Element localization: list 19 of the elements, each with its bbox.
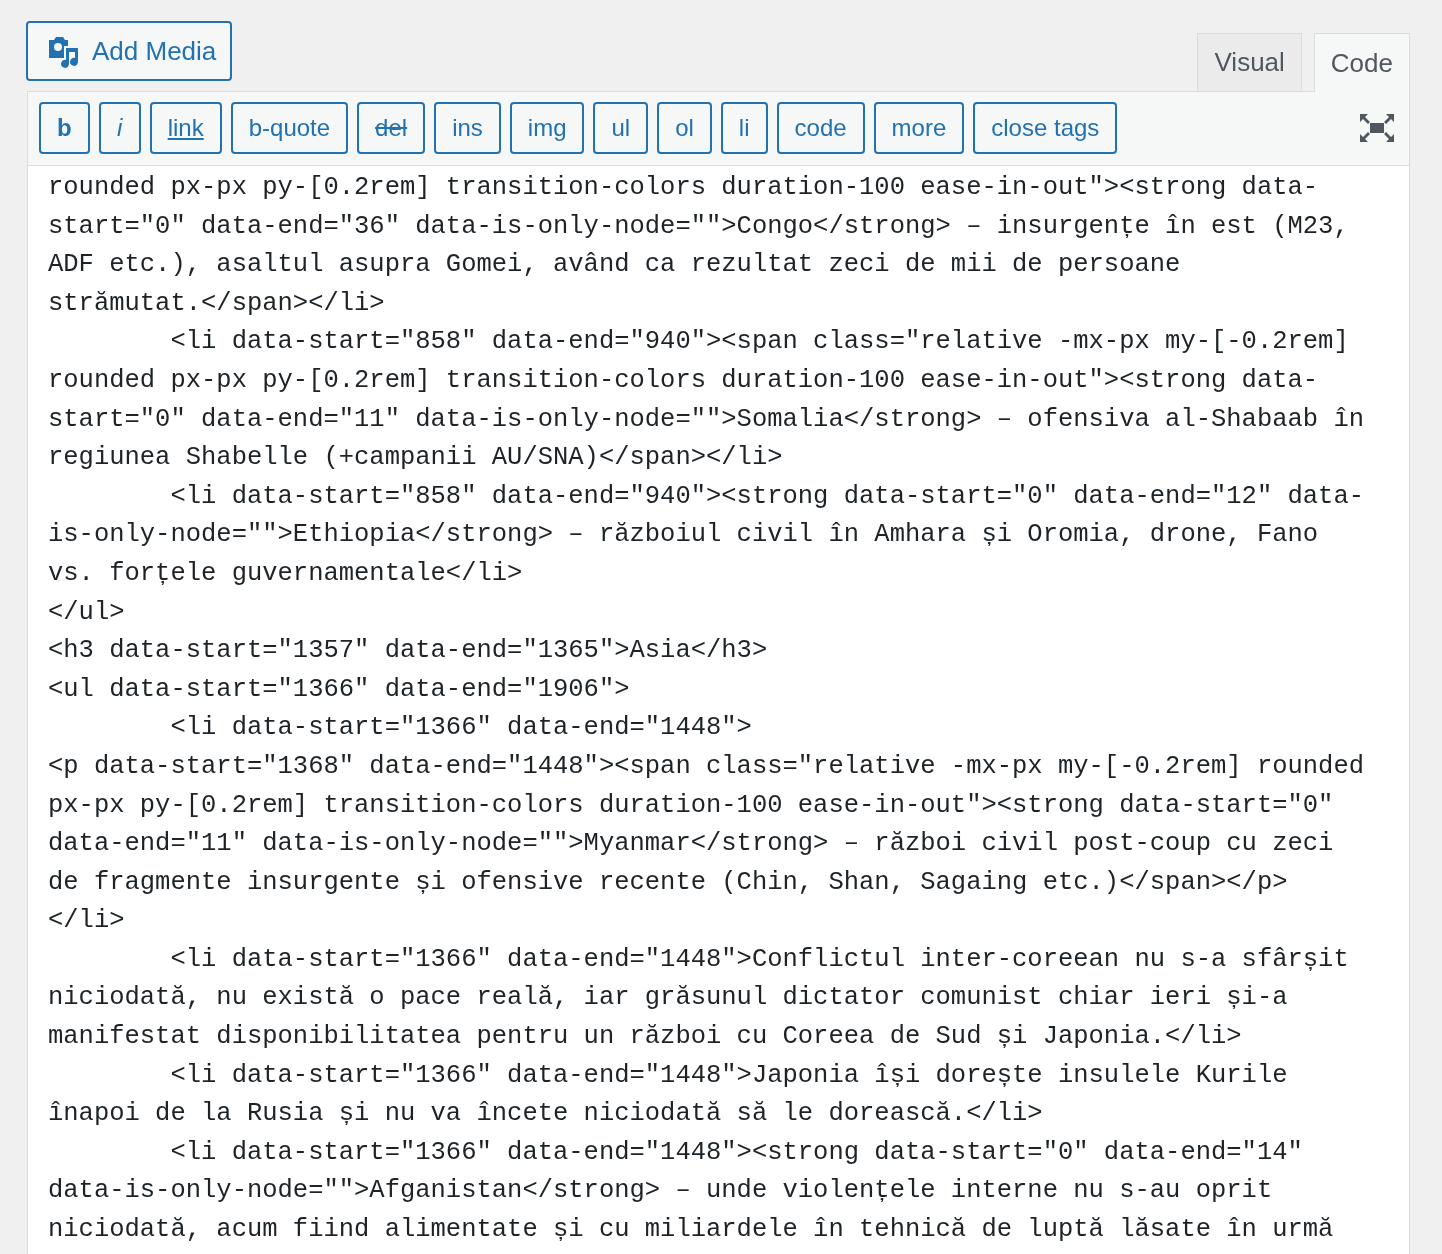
quicktag-button[interactable]: b bbox=[39, 102, 90, 154]
add-media-button[interactable]: Add Media bbox=[26, 21, 233, 81]
quicktag-button[interactable]: li bbox=[720, 102, 768, 154]
fullscreen-icon[interactable] bbox=[1359, 113, 1395, 143]
quicktag-button[interactable]: del bbox=[357, 102, 426, 154]
editor-tab[interactable]: Code bbox=[1313, 33, 1410, 92]
quicktag-button[interactable]: link bbox=[149, 102, 222, 154]
quicktag-button[interactable]: close tags bbox=[973, 102, 1118, 154]
quicktag-button[interactable]: img bbox=[509, 102, 585, 154]
quicktag-button[interactable]: more bbox=[873, 102, 965, 154]
quicktag-button[interactable]: ul bbox=[593, 102, 649, 154]
quicktag-button[interactable]: b-quote bbox=[230, 102, 349, 154]
quicktag-button[interactable]: ins bbox=[434, 102, 501, 154]
quicktag-button[interactable]: i bbox=[98, 102, 141, 154]
quicktag-button[interactable]: code bbox=[776, 102, 865, 154]
code-textarea[interactable]: rounded px-px py-[0.2rem] transition-colors duration-100 ease-in-out"><strong data- start="0" data-end="36" data-is-only-node="">Congo</strong> – insurgențe în est (M23, ADF etc.), asaltul asupra Gomei, având ca rezultat zeci de mii de persoane strămutat.</span></li> <li data-start="858" data-end="940"><span class="relative -mx-px my-[-0.2rem] rounded px-px py-[0.2rem] transition-colors duration-100 ease-in-out"><strong data- start="0" data-end="11" data-is-only-node="">Somalia</strong> – ofensiva al-Shabaab în regiunea Shabelle (+campanii AU/SNA)</span></li> <li data-start="858" data-end="940"><strong data-start="0" data-end="12" data- is-only-node="">Ethiopia</strong> – războiul civil în Amhara și Oromia, drone, Fano vs. forțele guvernamentale</li> </ul> <h3 data-start="1357" data-end="1365">Asia</h3> <ul data-start="1366" data-end="1906"> <li data-start="1366" data-end="1448"> <p data-start="1368" data-end="1448"><span class="relative -mx-px my-[-0.2rem] rounded px-px py-[0.2rem] transition-colors duration-100 ease-in-out"><strong data-start="0" data-end="11" data-is-only-node="">Myanmar</strong> – război civil post-coup cu zeci de fragmente insurgente și ofensive recente (Chin, Shan, Sagaing etc.)</span></p> </li> <li data-start="1366" data-end="1448">Conflictul inter-coreean nu s-a sfârșit niciodată, nu există o pace reală, iar grăsunul dictator comunist chiar ieri și-a manifestat disponibilitatea pentru un război cu Coreea de Sud și Japonia.</li> <li data-start="1366" data-end="1448">Japonia își dorește insulele Kurile înapoi de la Rusia și nu va încete niciodată să le dorească.</li> <li data-start="1366" data-end="1448"><strong data-start="0" data-end="14" data-is-only-node="">Afganistan</strong> – unde violențele interne nu s-au oprit niciodată, acum fiind alimentate și cu miliardele în tehnică de luptă lăsate în urmă bbox=[28, 166, 1409, 1254]
editor-tab[interactable]: Visual bbox=[1197, 33, 1302, 91]
camera-music-icon bbox=[46, 34, 80, 68]
quicktag-button[interactable]: ol bbox=[657, 102, 712, 154]
